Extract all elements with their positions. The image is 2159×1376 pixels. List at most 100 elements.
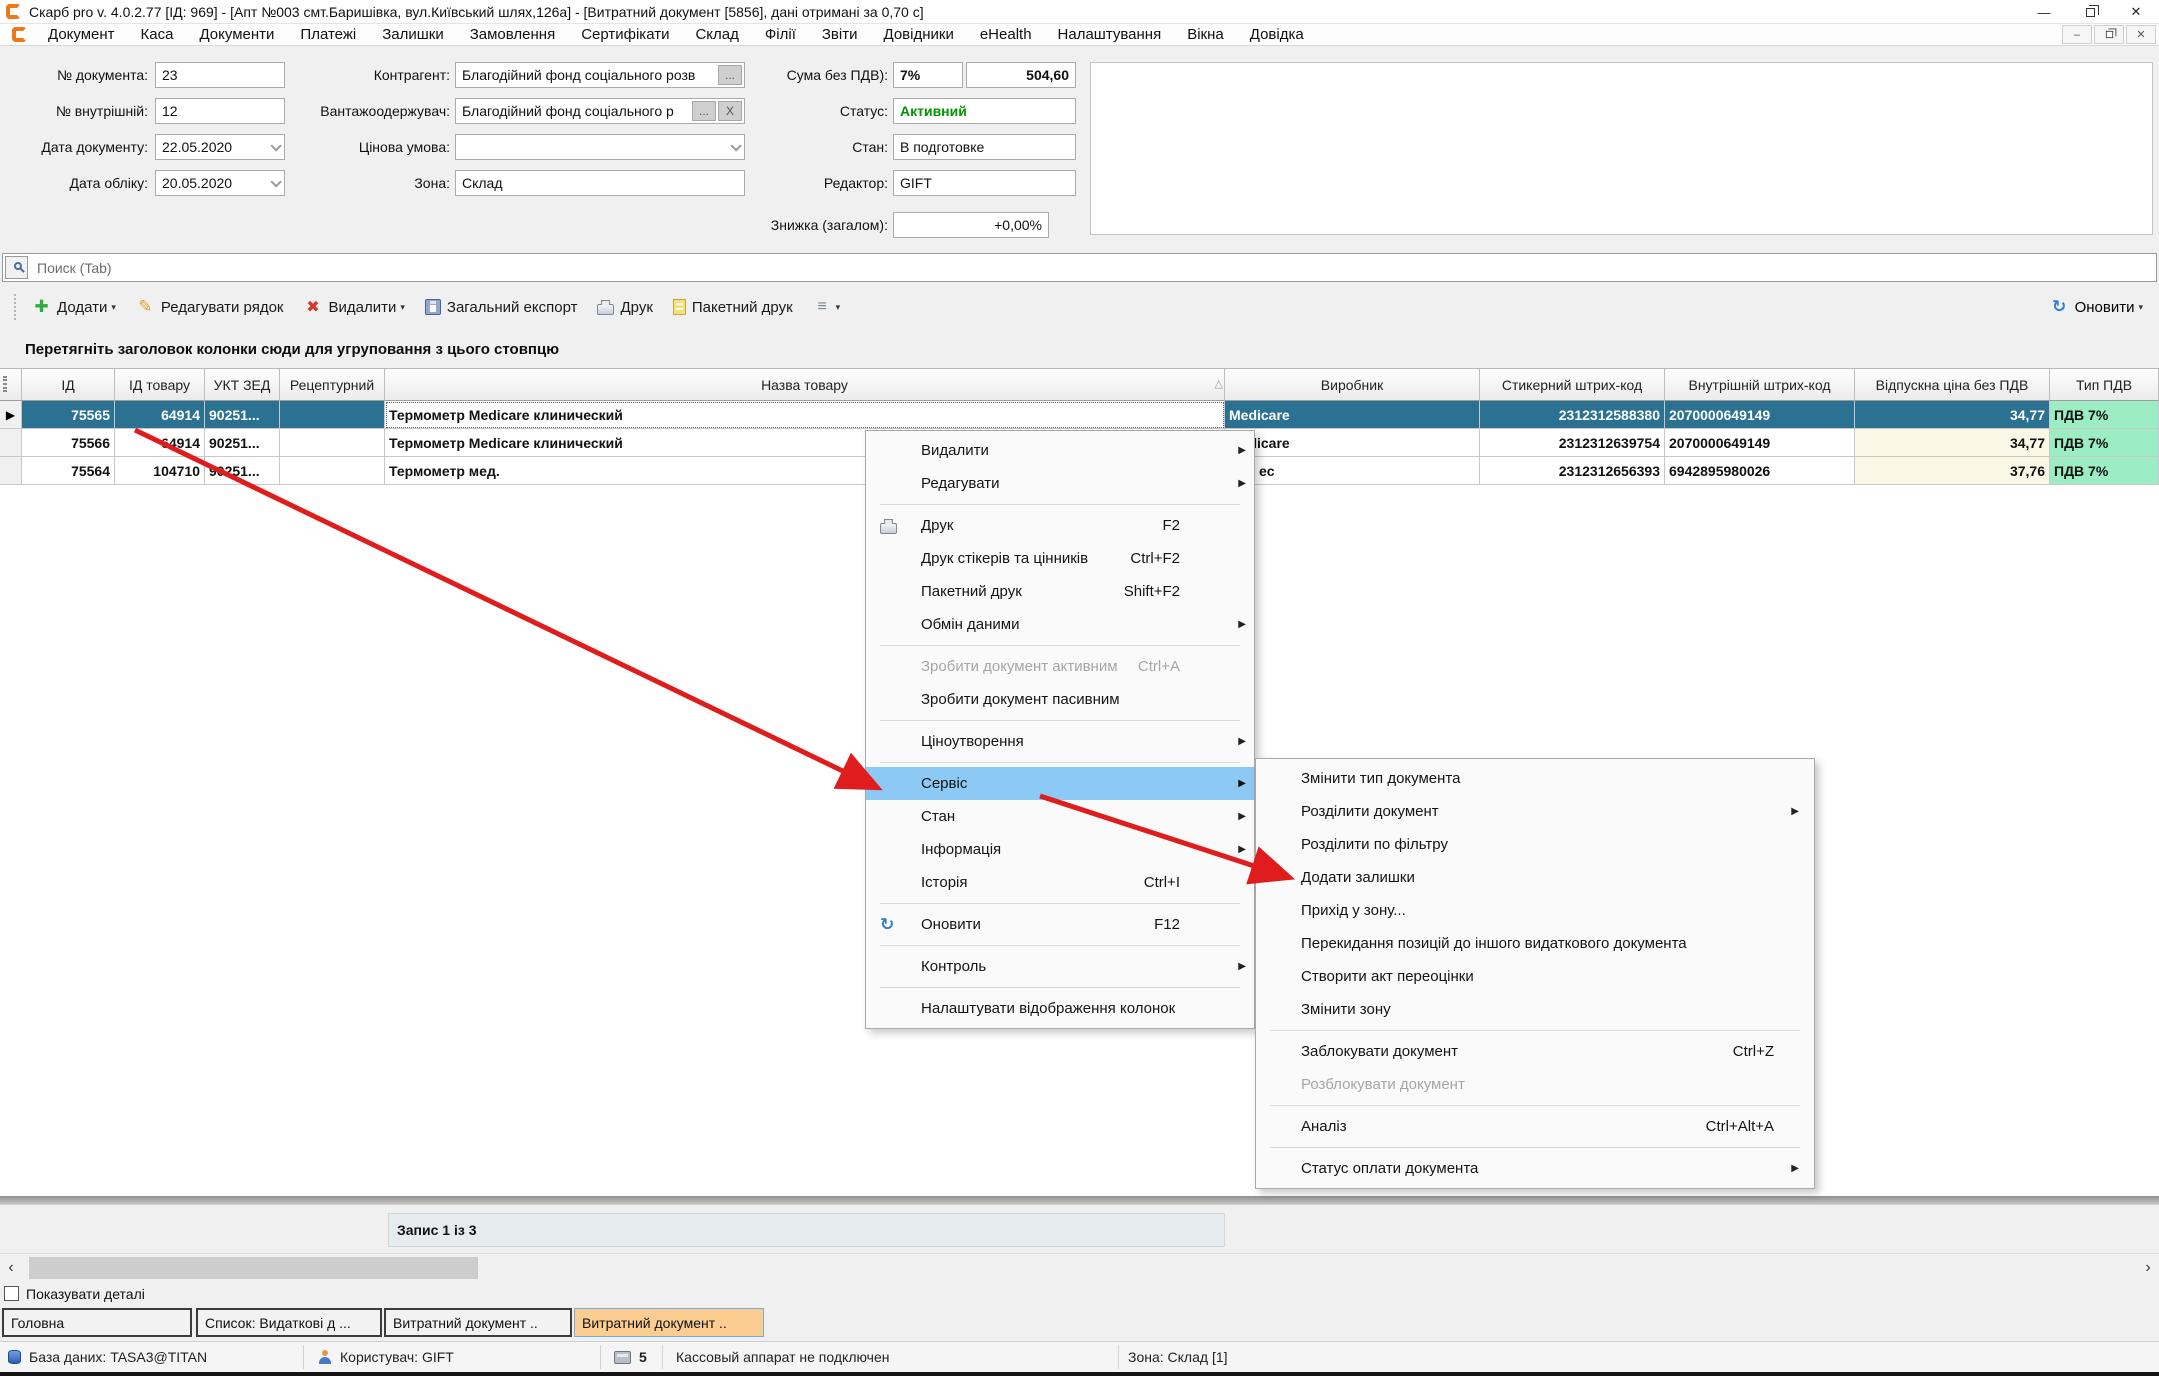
scroll-left-icon[interactable]: ‹	[0, 1254, 22, 1282]
record-counter: Запис 1 із 3	[388, 1213, 1225, 1247]
context-menu-item-12[interactable]: Ціноутворення▶	[866, 725, 1254, 758]
printer-icon	[880, 518, 921, 534]
column-header-9[interactable]: Відпускна ціна без ПДВ	[1855, 369, 2050, 401]
cell: 6942895980026	[1665, 457, 1855, 485]
context-menu-item-14[interactable]: Сервіс▶	[866, 767, 1254, 800]
menu-separator	[880, 504, 1240, 505]
submenu-item-4[interactable]: Додати залишки	[1256, 861, 1814, 894]
submenu-item-6[interactable]: Перекидання позицій до іншого видатковог…	[1256, 927, 1814, 960]
tab-1[interactable]: Головна	[2, 1308, 192, 1337]
menubar-item-12[interactable]: eHealth	[967, 26, 1045, 43]
context-menu-item-4[interactable]: ДрукF2	[866, 509, 1254, 542]
menu-item-label: Змінити зону	[1301, 1001, 1391, 1018]
column-header-8[interactable]: Внутрішній штрих-код	[1665, 369, 1855, 401]
column-header-label: ІД товару	[129, 377, 190, 393]
column-header-5[interactable]: Назва товару△	[385, 369, 1225, 401]
menu-item-label: Інформація	[921, 841, 1001, 858]
context-menu-item-7[interactable]: Обмін даними▶	[866, 608, 1254, 641]
menubar-item-13[interactable]: Налаштування	[1045, 26, 1175, 43]
tab-3[interactable]: Витратний документ ..	[384, 1308, 572, 1337]
menubar-item-7[interactable]: Сертифікати	[568, 26, 682, 43]
column-header-6[interactable]: Виробник	[1225, 369, 1480, 401]
toolbar-export-button[interactable]: Загальний експорт	[425, 299, 578, 316]
menubar-item-10[interactable]: Звіти	[809, 26, 871, 43]
column-header-3[interactable]: УКТ ЗЕД	[205, 369, 280, 401]
toolbar-grip	[14, 294, 18, 320]
toolbar-batch-button[interactable]: Пакетний друк	[673, 299, 793, 316]
zone-status: Зона: Склад [1]	[1128, 1342, 1228, 1372]
submenu-item-3[interactable]: Розділити по фільтру	[1256, 828, 1814, 861]
menubar-item-11[interactable]: Довідники	[871, 26, 967, 43]
toolbar-list-button[interactable]: ≡▾	[813, 298, 841, 316]
context-menu-item-6[interactable]: Пакетний друкShift+F2	[866, 575, 1254, 608]
menubar-item-15[interactable]: Довідка	[1237, 26, 1317, 43]
context-menu-item-15[interactable]: Стан▶	[866, 800, 1254, 833]
context-menu-item-17[interactable]: ІсторіяCtrl+I	[866, 866, 1254, 899]
menubar-item-14[interactable]: Вікна	[1174, 26, 1237, 43]
column-header-4[interactable]: Рецептурний	[280, 369, 385, 401]
context-menu-item-16[interactable]: Інформація▶	[866, 833, 1254, 866]
menubar-item-9[interactable]: Філії	[752, 26, 809, 43]
mdi-minimize-button[interactable]: –	[2062, 25, 2092, 44]
column-header-7[interactable]: Стикерний штрих-код	[1480, 369, 1665, 401]
grid-splitter[interactable]	[0, 1196, 2159, 1204]
state-field: В подготовке	[893, 134, 1076, 160]
column-header-1[interactable]: ІД	[22, 369, 115, 401]
close-button[interactable]: ✕	[2113, 0, 2159, 24]
context-menu-item-21[interactable]: Контроль▶	[866, 950, 1254, 983]
tab-2[interactable]: Список: Видаткові д ...	[196, 1308, 382, 1337]
submenu-item-10[interactable]: Заблокувати документCtrl+Z	[1256, 1035, 1814, 1068]
menubar-item-2[interactable]: Каса	[128, 26, 187, 43]
submenu-item-8[interactable]: Змінити зону	[1256, 993, 1814, 1026]
mdi-restore-button[interactable]	[2094, 25, 2124, 44]
export-icon	[425, 299, 441, 315]
toolbar-edit-button[interactable]: ✎Редагувати рядок	[136, 297, 284, 317]
tab-4[interactable]: Витратний документ ..	[574, 1308, 764, 1337]
menubar-item-3[interactable]: Документи	[186, 26, 287, 43]
menubar-item-4[interactable]: Платежі	[287, 26, 369, 43]
minimize-button[interactable]: —	[2021, 0, 2067, 24]
context-menu-item-23[interactable]: Налаштувати відображення колонок	[866, 992, 1254, 1025]
context-menu-item-5[interactable]: Друк стікерів та цінниківCtrl+F2	[866, 542, 1254, 575]
horizontal-scrollbar[interactable]: ‹ ›	[0, 1253, 2159, 1281]
submenu-item-13[interactable]: АналізCtrl+Alt+A	[1256, 1110, 1814, 1143]
context-menu-item-19[interactable]: ↻ОновитиF12	[866, 908, 1254, 941]
menu-separator	[880, 720, 1240, 721]
submenu-item-5[interactable]: Прихід у зону...	[1256, 894, 1814, 927]
database-icon	[8, 1350, 21, 1364]
show-details-checkbox[interactable]	[4, 1286, 19, 1301]
submenu-item-7[interactable]: Створити акт переоцінки	[1256, 960, 1814, 993]
cell: 75565	[22, 401, 115, 429]
notes-box[interactable]	[1090, 62, 2153, 235]
toolbar-print-button[interactable]: Друк	[597, 299, 652, 316]
submenu-item-1[interactable]: Змінити тип документа	[1256, 762, 1814, 795]
context-menu-item-1[interactable]: Видалити▶	[866, 434, 1254, 467]
menubar-item-6[interactable]: Замовлення	[457, 26, 568, 43]
grid-header-row: ІД ІД товару УКТ ЗЕДРецептурнийНазва товар…	[0, 369, 2159, 401]
menubar-item-5[interactable]: Залишки	[369, 26, 457, 43]
device-count-text: 5	[639, 1349, 647, 1365]
refresh-button[interactable]: ↻ Оновити ▾	[2050, 284, 2143, 330]
search-input[interactable]	[2, 253, 2157, 282]
toolbar-add-button[interactable]: ✚Додати▾	[32, 297, 116, 317]
scroll-right-icon[interactable]: ›	[2137, 1254, 2159, 1282]
column-header-2[interactable]: ІД товару	[115, 369, 205, 401]
context-menu-item-2[interactable]: Редагувати▶	[866, 467, 1254, 500]
submenu-item-2[interactable]: Розділити документ▶	[1256, 795, 1814, 828]
discount-field[interactable]: +0,00%	[893, 212, 1049, 238]
menubar-item-8[interactable]: Склад	[682, 26, 751, 43]
mdi-close-button[interactable]: ✕	[2126, 25, 2156, 44]
table-row[interactable]: ▶755656491490251...Термометр Medicare кл…	[0, 401, 2159, 429]
context-menu-item-10[interactable]: Зробити документ пасивним	[866, 683, 1254, 716]
restore-button[interactable]	[2067, 0, 2113, 24]
group-by-bar[interactable]: Перетягніть заголовок колонки сюди для у…	[0, 330, 2159, 368]
toolbar-del-button[interactable]: ✖Видалити▾	[304, 297, 405, 317]
menubar-item-1[interactable]: Документ	[35, 26, 128, 43]
menu-separator	[880, 762, 1240, 763]
submenu-item-15[interactable]: Статус оплати документа▶	[1256, 1152, 1814, 1185]
column-header-10[interactable]: Тип ПДВ	[2050, 369, 2159, 401]
scrollbar-thumb[interactable]	[29, 1257, 478, 1279]
column-header-corner[interactable]	[0, 369, 22, 401]
cell: Medicare	[1225, 401, 1480, 429]
cell: Medicare	[1225, 429, 1480, 457]
